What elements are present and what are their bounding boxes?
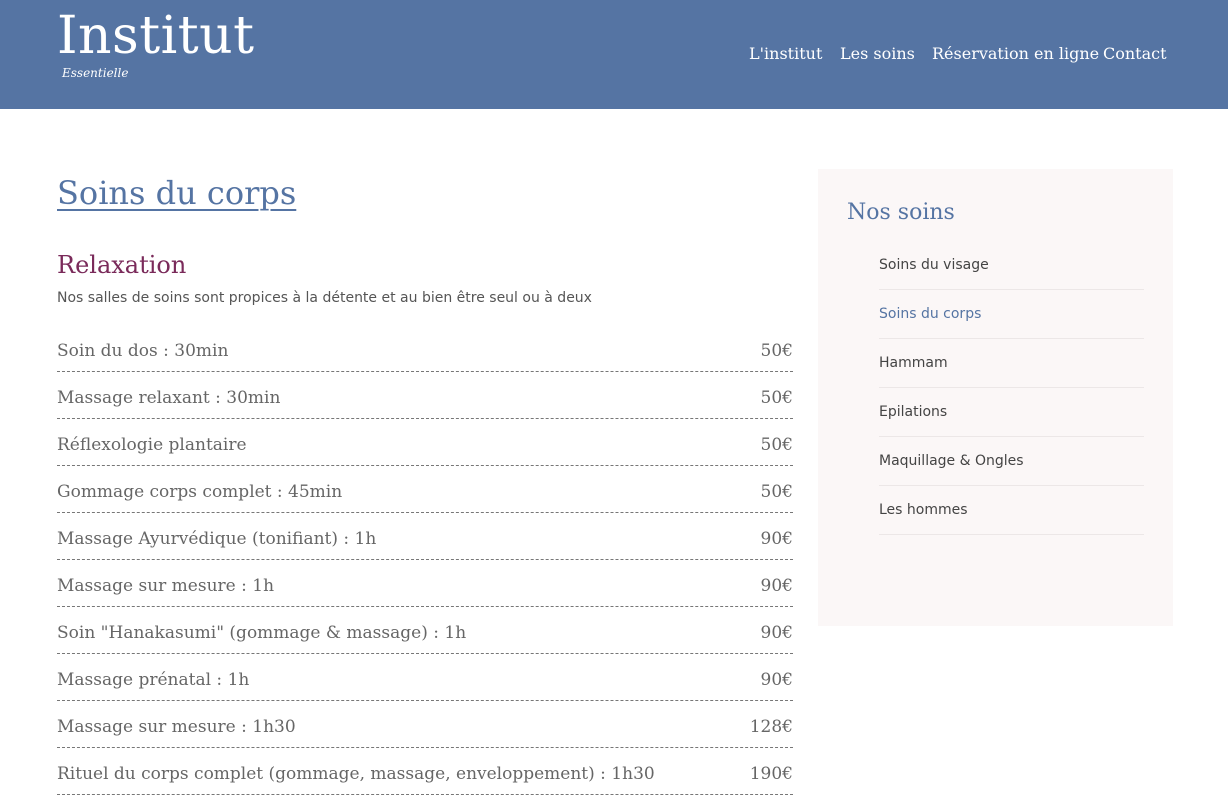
- service-name: Massage sur mesure : 1h: [57, 576, 275, 596]
- page-title[interactable]: Soins du corps: [57, 174, 296, 212]
- sidebar-item-hammam[interactable]: Hammam: [879, 339, 1144, 388]
- service-name: Massage prénatal : 1h: [57, 670, 250, 690]
- service-price: 128€: [749, 717, 793, 737]
- service-price: 50€: [760, 482, 793, 502]
- sidebar-item-label[interactable]: Hammam: [879, 355, 948, 371]
- service-name: Soin "Hanakasumi" (gommage & massage) : …: [57, 623, 467, 643]
- service-name: Massage Ayurvédique (tonifiant) : 1h: [57, 529, 377, 549]
- price-row: Soin "Hanakasumi" (gommage & massage) : …: [57, 607, 793, 654]
- nav-link-reservation[interactable]: Réservation en ligne: [932, 44, 1099, 63]
- service-price: 190€: [749, 764, 793, 784]
- logo-tagline: Essentielle: [62, 66, 129, 80]
- service-name: Massage sur mesure : 1h30: [57, 717, 296, 737]
- main-nav: L'institut Les soins Réservation en lign…: [0, 44, 1228, 66]
- service-name: Soin du dos : 30min: [57, 341, 229, 361]
- price-row: Massage relaxant : 30min 50€: [57, 372, 793, 419]
- price-list: Soin du dos : 30min 50€ Massage relaxant…: [57, 325, 793, 795]
- service-price: 50€: [760, 435, 793, 455]
- section-title: Relaxation: [57, 251, 187, 279]
- service-price: 50€: [760, 341, 793, 361]
- price-row: Massage sur mesure : 1h 90€: [57, 560, 793, 607]
- service-price: 90€: [760, 529, 793, 549]
- nav-link-contact[interactable]: Contact: [1103, 44, 1167, 63]
- sidebar-item-maquillage[interactable]: Maquillage & Ongles: [879, 437, 1144, 486]
- price-row: Gommage corps complet : 45min 50€: [57, 466, 793, 513]
- service-name: Rituel du corps complet (gommage, massag…: [57, 764, 655, 784]
- sidebar-item-hommes[interactable]: Les hommes: [879, 486, 1144, 535]
- price-row: Soin du dos : 30min 50€: [57, 325, 793, 372]
- nav-link-institut[interactable]: L'institut: [749, 44, 822, 63]
- sidebar-item-label[interactable]: Soins du corps: [879, 306, 981, 322]
- service-price: 90€: [760, 670, 793, 690]
- sidebar-item-epilations[interactable]: Epilations: [879, 388, 1144, 437]
- sidebar-item-label[interactable]: Les hommes: [879, 502, 968, 518]
- sidebar-services: Nos soins Soins du visage Soins du corps…: [818, 169, 1173, 626]
- site-header: Institut Essentielle L'institut Les soin…: [0, 0, 1228, 109]
- price-row: Rituel du corps complet (gommage, massag…: [57, 748, 793, 795]
- sidebar-item-corps[interactable]: Soins du corps: [879, 290, 1144, 339]
- sidebar-item-label[interactable]: Epilations: [879, 404, 947, 420]
- sidebar-item-label[interactable]: Soins du visage: [879, 257, 989, 273]
- sidebar-title: Nos soins: [847, 200, 955, 225]
- sidebar-menu: Soins du visage Soins du corps Hammam Ep…: [879, 241, 1144, 535]
- sidebar-item-visage[interactable]: Soins du visage: [879, 241, 1144, 290]
- service-price: 90€: [760, 576, 793, 596]
- service-price: 50€: [760, 388, 793, 408]
- sidebar-item-label[interactable]: Maquillage & Ongles: [879, 453, 1024, 469]
- service-name: Gommage corps complet : 45min: [57, 482, 343, 502]
- service-price: 90€: [760, 623, 793, 643]
- service-name: Massage relaxant : 30min: [57, 388, 281, 408]
- price-row: Massage sur mesure : 1h30 128€: [57, 701, 793, 748]
- nav-link-soins[interactable]: Les soins: [840, 44, 915, 63]
- price-row: Massage prénatal : 1h 90€: [57, 654, 793, 701]
- price-row: Massage Ayurvédique (tonifiant) : 1h 90€: [57, 513, 793, 560]
- section-description: Nos salles de soins sont propices à la d…: [57, 290, 592, 306]
- service-name: Réflexologie plantaire: [57, 435, 247, 455]
- price-row: Réflexologie plantaire 50€: [57, 419, 793, 466]
